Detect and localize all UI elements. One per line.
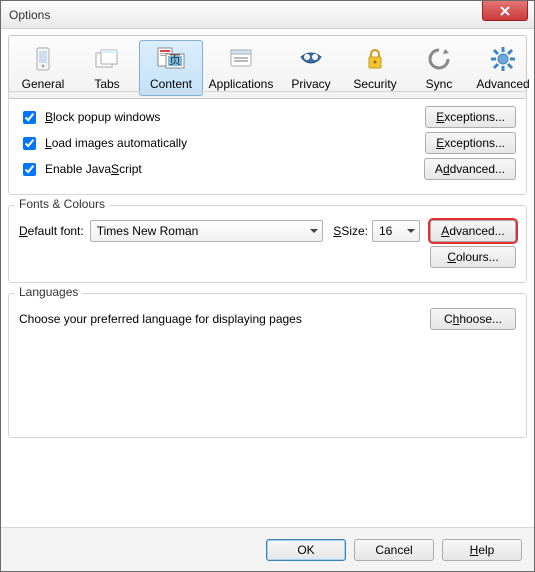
category-toolbar: General Tabs 页 Content Applications Priv… xyxy=(8,35,527,99)
font-size-select[interactable]: 16 xyxy=(372,220,420,242)
label-size: SSize: xyxy=(333,224,368,238)
tab-label: Security xyxy=(344,77,406,91)
font-size-value: 16 xyxy=(379,224,392,238)
exceptions-images-button[interactable]: Exceptions... xyxy=(425,132,516,154)
cancel-button[interactable]: Cancel xyxy=(354,539,434,561)
window-title: Options xyxy=(9,8,50,22)
checkbox-block-popups[interactable] xyxy=(23,111,36,124)
content-icon: 页 xyxy=(155,43,187,75)
fonts-advanced-button[interactable]: Advanced... xyxy=(430,220,516,242)
tab-tabs[interactable]: Tabs xyxy=(75,40,139,96)
tab-label: General xyxy=(12,77,74,91)
tab-applications[interactable]: Applications xyxy=(203,40,279,96)
content-options-group: Block popup windows Exceptions... Load i… xyxy=(8,91,527,195)
close-button[interactable] xyxy=(482,1,528,21)
colours-button[interactable]: Colours... xyxy=(430,246,516,268)
advanced-icon xyxy=(487,43,519,75)
label-block-popups: Block popup windows xyxy=(45,110,160,124)
checkbox-enable-javascript[interactable] xyxy=(23,163,36,176)
options-window: Options General Tabs 页 Content xyxy=(0,0,535,572)
tab-label: Tabs xyxy=(76,77,138,91)
tab-label: Content xyxy=(140,77,202,91)
svg-text:页: 页 xyxy=(169,53,181,67)
default-font-select[interactable]: Times New Roman xyxy=(90,220,324,242)
tab-label: Applications xyxy=(204,77,278,91)
tab-security[interactable]: Security xyxy=(343,40,407,96)
group-title-languages: Languages xyxy=(15,285,82,299)
general-icon xyxy=(27,43,59,75)
checkbox-load-images[interactable] xyxy=(23,137,36,150)
close-icon xyxy=(500,6,510,16)
fonts-colours-group: Fonts & Colours Default font: Times New … xyxy=(8,205,527,283)
applications-icon xyxy=(225,43,257,75)
row-colours: Colours... xyxy=(19,246,516,268)
languages-description: Choose your preferred language for displ… xyxy=(19,312,302,326)
security-icon xyxy=(359,43,391,75)
privacy-icon xyxy=(295,43,327,75)
tab-label: Privacy xyxy=(280,77,342,91)
help-button[interactable]: Help xyxy=(442,539,522,561)
tabs-icon xyxy=(91,43,123,75)
tab-sync[interactable]: Sync xyxy=(407,40,471,96)
row-enable-javascript: Enable JavaScript Addvanced... xyxy=(19,158,516,180)
tab-privacy[interactable]: Privacy xyxy=(279,40,343,96)
row-languages: Choose your preferred language for displ… xyxy=(19,308,516,330)
tab-advanced[interactable]: Advanced xyxy=(471,40,535,96)
chevron-down-icon xyxy=(407,229,415,233)
tab-general[interactable]: General xyxy=(11,40,75,96)
ok-button[interactable]: OK xyxy=(266,539,346,561)
titlebar: Options xyxy=(1,1,534,29)
group-title-fonts: Fonts & Colours xyxy=(15,197,109,211)
tab-content[interactable]: 页 Content xyxy=(139,40,203,96)
row-load-images: Load images automatically Exceptions... xyxy=(19,132,516,154)
choose-language-button[interactable]: Chhoose... xyxy=(430,308,516,330)
tab-label: Sync xyxy=(408,77,470,91)
row-default-font: Default font: Times New Roman SSize: 16 … xyxy=(19,220,516,242)
tab-label: Advanced xyxy=(472,77,534,91)
content-panel: Block popup windows Exceptions... Load i… xyxy=(8,91,527,527)
label-default-font: Default font: xyxy=(19,224,84,238)
row-block-popups: Block popup windows Exceptions... xyxy=(19,106,516,128)
languages-group: Languages Choose your preferred language… xyxy=(8,293,527,438)
label-enable-javascript: Enable JavaScript xyxy=(45,162,142,176)
sync-icon xyxy=(423,43,455,75)
label-load-images: Load images automatically xyxy=(45,136,187,150)
default-font-value: Times New Roman xyxy=(97,224,199,238)
dialog-footer: OK Cancel Help xyxy=(1,527,534,571)
chevron-down-icon xyxy=(310,229,318,233)
exceptions-popups-button[interactable]: Exceptions... xyxy=(425,106,516,128)
advanced-js-button[interactable]: Addvanced... xyxy=(424,158,516,180)
